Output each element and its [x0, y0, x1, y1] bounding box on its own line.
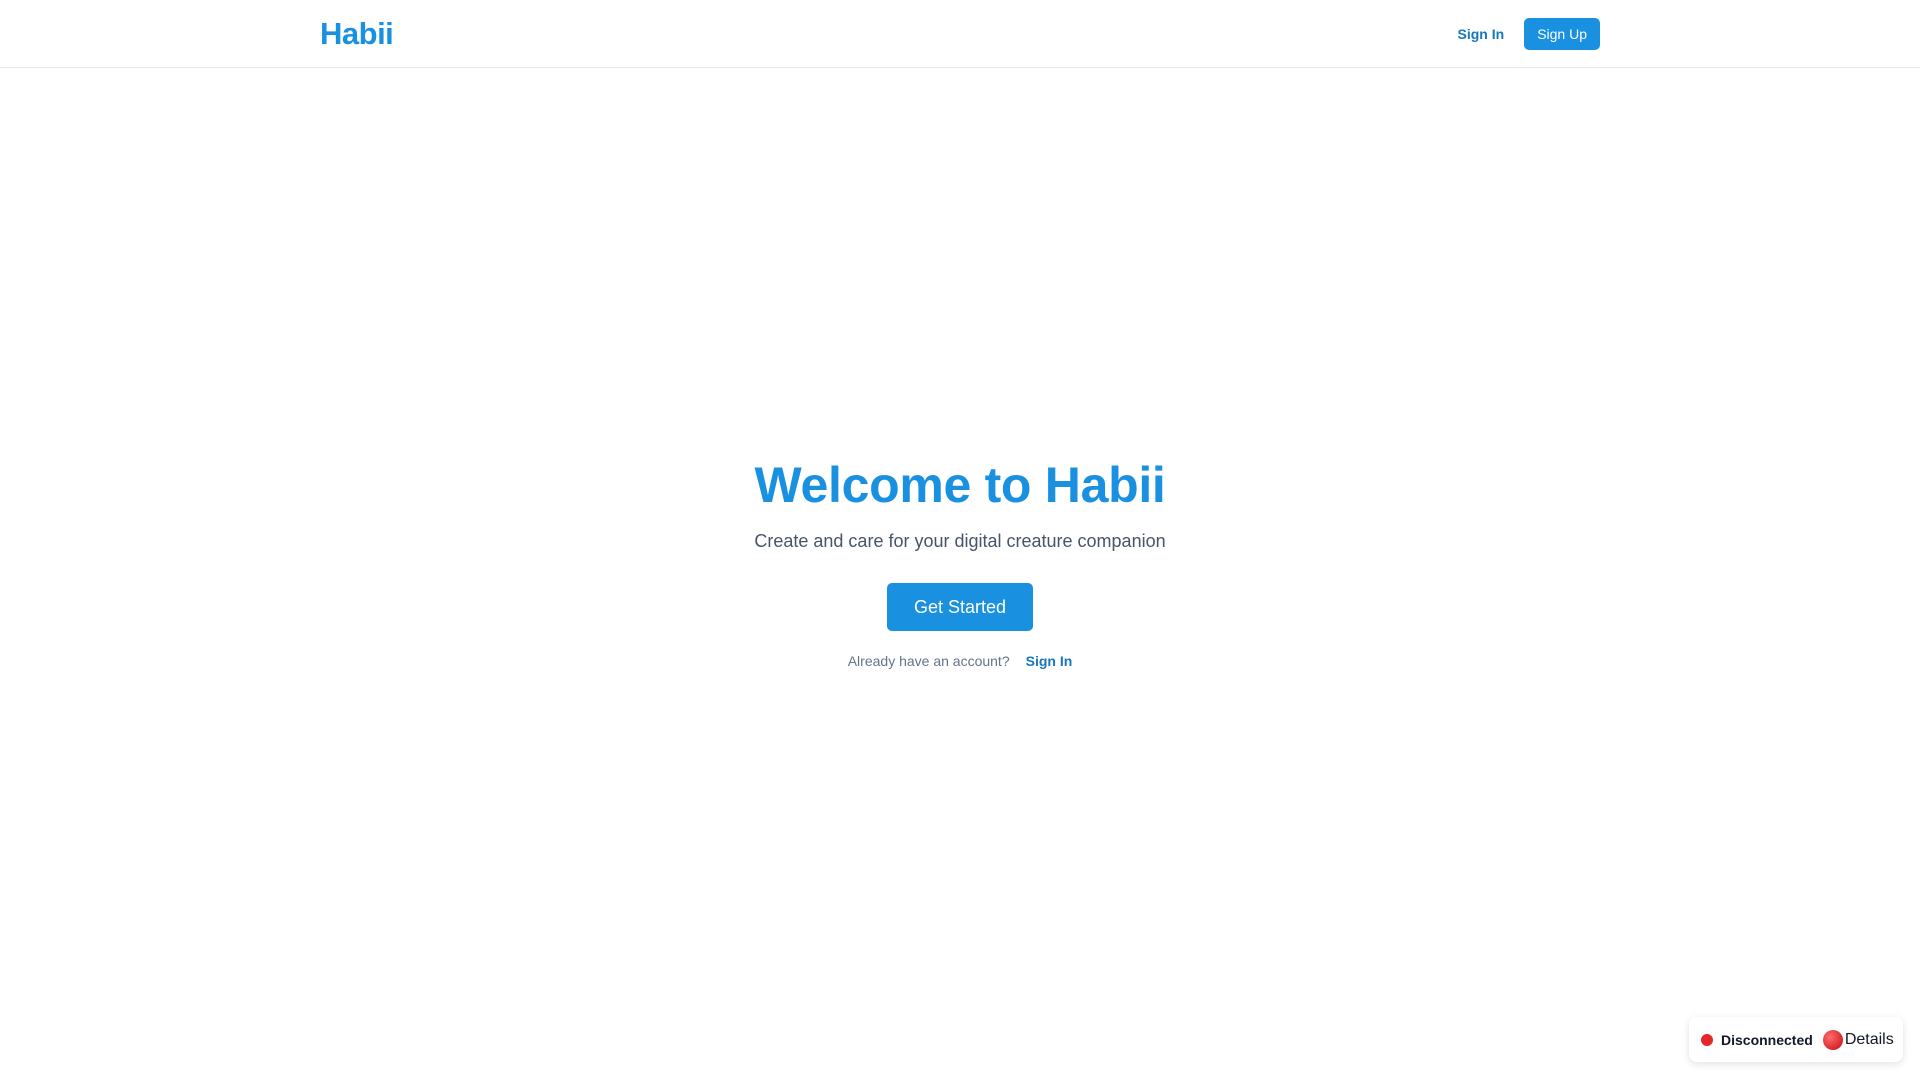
- header-container: Habii Sign In Sign Up: [320, 0, 1600, 68]
- status-dot-icon: [1701, 1033, 1713, 1046]
- hero-section: Welcome to Habii Create and care for you…: [0, 455, 1920, 669]
- sign-in-link[interactable]: Sign In: [1458, 26, 1505, 42]
- signin-row: Already have an account? Sign In: [848, 653, 1073, 669]
- header-nav: Sign In Sign Up: [1458, 18, 1600, 50]
- get-started-button[interactable]: Get Started: [887, 583, 1033, 631]
- signin-prompt: Already have an account?: [847, 653, 1010, 669]
- connection-status-pill: Disconnected Details: [1689, 1017, 1903, 1062]
- red-circle-icon: [1822, 1029, 1843, 1050]
- hero-subtitle: Create and care for your digital creatur…: [754, 531, 1166, 551]
- logo[interactable]: Habii: [320, 16, 394, 52]
- hero-sign-in-link[interactable]: Sign In: [1026, 653, 1073, 669]
- details-button[interactable]: Details: [1822, 1029, 1894, 1050]
- hero-title: Welcome to Habii: [754, 457, 1166, 513]
- sign-up-button[interactable]: Sign Up: [1524, 18, 1600, 50]
- details-label: Details: [1844, 1030, 1894, 1048]
- connection-status-text: Disconnected: [1721, 1031, 1813, 1048]
- top-nav-bar: Habii Sign In Sign Up: [0, 0, 1920, 68]
